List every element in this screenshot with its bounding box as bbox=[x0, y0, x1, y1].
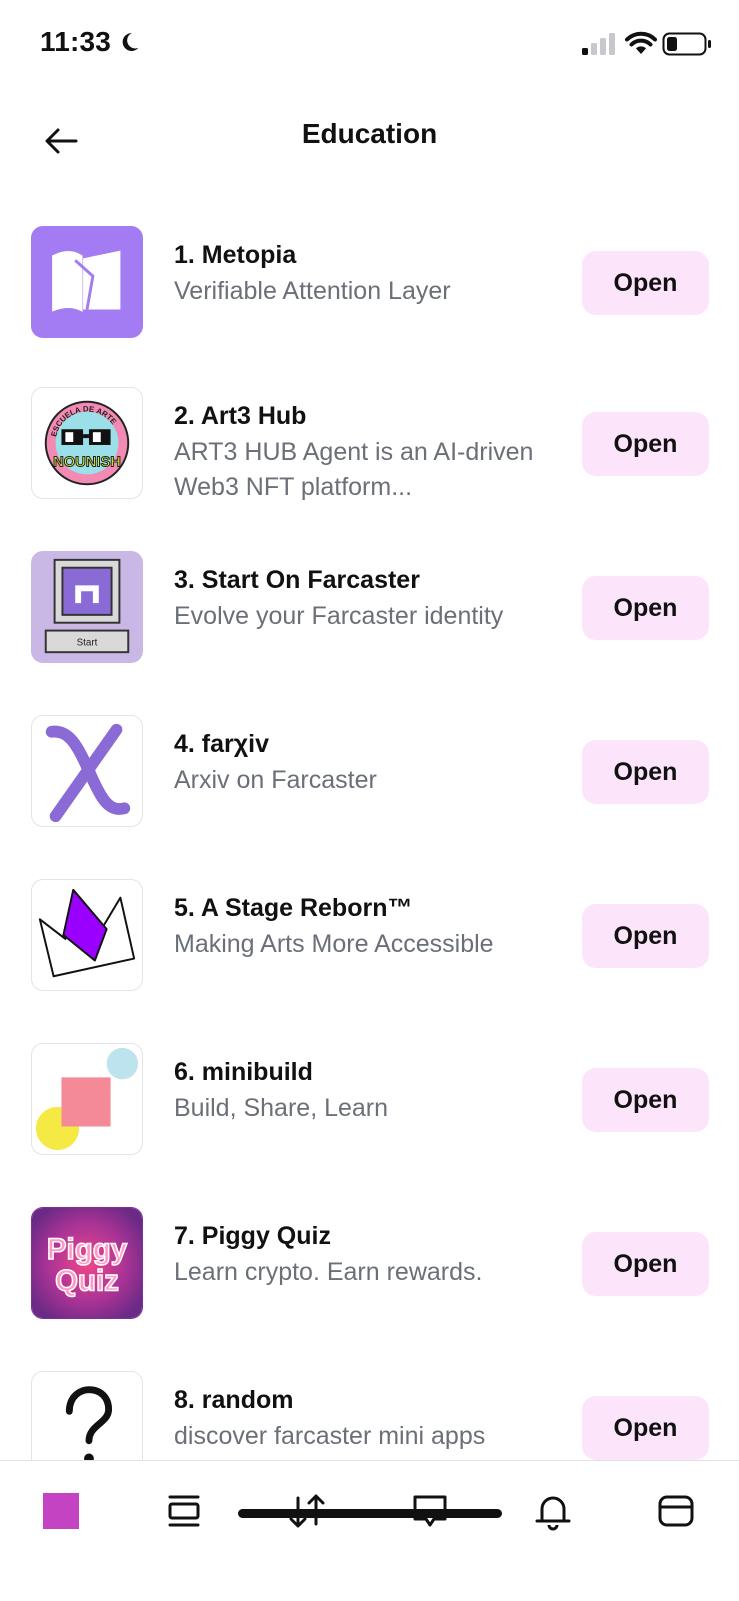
app-name: 7. Piggy Quiz bbox=[174, 1222, 331, 1250]
app-name: 8. random bbox=[174, 1386, 294, 1414]
nounish-badge-icon: ESCUELA DE ARTE NOUNISH bbox=[31, 387, 143, 499]
signal-icon bbox=[582, 33, 615, 55]
app-description: Learn crypto. Earn rewards. bbox=[174, 1258, 483, 1286]
app-description: Making Arts More Accessible bbox=[174, 930, 494, 958]
list-item[interactable]: 6. minibuild Build, Share, Learn Open bbox=[0, 1031, 739, 1195]
list-item[interactable]: 4. farχiv Arxiv on Farcaster Open bbox=[0, 703, 739, 867]
feed-icon bbox=[168, 1495, 200, 1527]
tab-profile[interactable] bbox=[37, 1487, 85, 1535]
moon-icon bbox=[122, 32, 139, 51]
app-description: discover farcaster mini apps bbox=[174, 1422, 486, 1450]
app-name: 6. minibuild bbox=[174, 1058, 313, 1086]
list-item[interactable]: 5. A Stage Reborn™ Making Arts More Acce… bbox=[0, 867, 739, 1031]
list-item[interactable]: Start 3. Start On Farcaster Evolve your … bbox=[0, 539, 739, 703]
app-description: Arxiv on Farcaster bbox=[174, 766, 377, 794]
status-time: 11:33 bbox=[40, 26, 112, 57]
app-name: 4. farχiv bbox=[174, 730, 269, 758]
crown-icon bbox=[31, 879, 143, 991]
list-item[interactable]: 8. random discover farcaster mini apps O… bbox=[0, 1359, 739, 1460]
open-button[interactable]: Open bbox=[582, 251, 709, 315]
header: Education bbox=[0, 100, 739, 176]
wallet-icon bbox=[658, 1495, 694, 1527]
home-indicator bbox=[238, 1509, 502, 1518]
tab-notifications[interactable] bbox=[529, 1487, 577, 1535]
logo-text: Quiz bbox=[55, 1265, 119, 1298]
app-name: 5. A Stage Reborn™ bbox=[174, 894, 413, 922]
app-name: 2. Art3 Hub bbox=[174, 402, 307, 430]
chi-letter-icon bbox=[31, 715, 143, 827]
battery-icon bbox=[662, 32, 711, 56]
open-button[interactable]: Open bbox=[582, 740, 709, 804]
app-name: 1. Metopia bbox=[174, 241, 297, 269]
open-button[interactable]: Open bbox=[582, 576, 709, 640]
status-bar: 11:33 bbox=[0, 0, 739, 90]
open-button[interactable]: Open bbox=[582, 412, 709, 476]
metopia-book-icon bbox=[31, 226, 143, 338]
page-title: Education bbox=[301, 118, 438, 149]
logo-text: Start bbox=[77, 637, 98, 648]
app-description: Build, Share, Learn bbox=[174, 1094, 389, 1122]
question-mark-icon bbox=[31, 1371, 143, 1460]
logo-text: Piggy bbox=[47, 1233, 128, 1266]
piggy-quiz-icon: Piggy Quiz bbox=[31, 1207, 143, 1319]
tab-bar bbox=[0, 1460, 739, 1601]
app-description: Evolve your Farcaster identity bbox=[174, 602, 504, 630]
list-item[interactable]: Piggy Quiz 7. Piggy Quiz Learn crypto. E… bbox=[0, 1195, 739, 1359]
app-description: ART3 HUB Agent is an AI-driven Web3 NFT … bbox=[174, 438, 534, 501]
app-name: 3. Start On Farcaster bbox=[174, 566, 420, 594]
retro-computer-icon: Start bbox=[31, 551, 143, 663]
tab-wallet[interactable] bbox=[652, 1487, 700, 1535]
open-button[interactable]: Open bbox=[582, 1232, 709, 1296]
open-button[interactable]: Open bbox=[582, 1396, 709, 1460]
list-item[interactable]: ESCUELA DE ARTE NOUNISH 2. Art3 Hub ART3… bbox=[0, 375, 739, 539]
app-description: Verifiable Attention Layer bbox=[174, 277, 451, 305]
wifi-icon bbox=[625, 31, 657, 54]
notifications-icon bbox=[535, 1496, 571, 1531]
tab-feed[interactable] bbox=[160, 1487, 208, 1535]
app-list[interactable]: 1. Metopia Verifiable Attention Layer Op… bbox=[0, 214, 739, 1460]
open-button[interactable]: Open bbox=[582, 1068, 709, 1132]
shapes-icon bbox=[31, 1043, 143, 1155]
open-button[interactable]: Open bbox=[582, 904, 709, 968]
logo-text: NOUNISH bbox=[53, 455, 121, 471]
list-item[interactable]: 1. Metopia Verifiable Attention Layer Op… bbox=[0, 214, 739, 378]
profile-avatar bbox=[43, 1493, 79, 1529]
